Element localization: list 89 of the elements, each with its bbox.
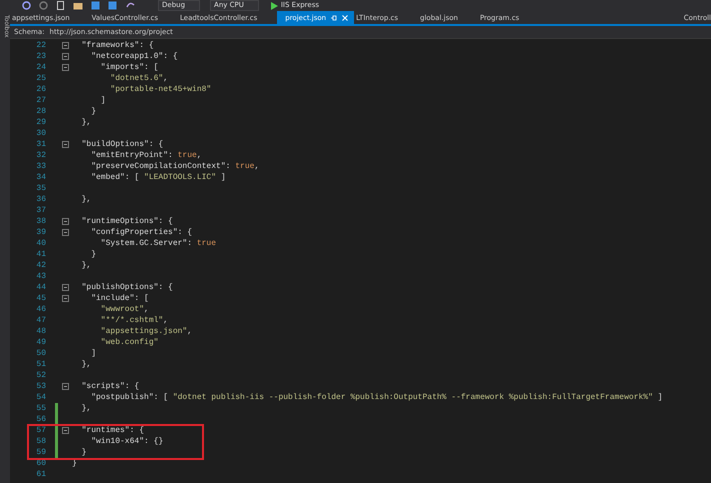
line-number: 38 bbox=[35, 217, 46, 226]
collapse-icon[interactable] bbox=[62, 295, 68, 302]
line-number: 55 bbox=[35, 404, 46, 413]
line-number: 23 bbox=[35, 52, 46, 61]
close-icon[interactable] bbox=[342, 14, 348, 20]
code-line: "win10-x64": {} bbox=[90, 437, 164, 446]
collapse-icon[interactable] bbox=[62, 427, 68, 434]
code-line: "preserveCompilationContext": true, bbox=[90, 162, 260, 171]
code-line: "embed": [ "LEADTOOLS.LIC" ] bbox=[90, 173, 226, 182]
code-line: "wwwroot", bbox=[100, 305, 149, 314]
code-line: "dotnet5.6", bbox=[109, 74, 168, 83]
code-line: "include": [ bbox=[90, 294, 149, 303]
line-number: 61 bbox=[35, 470, 46, 479]
circle-icon[interactable] bbox=[39, 1, 48, 10]
line-number: 47 bbox=[35, 316, 46, 325]
code-line: "portable-net45+win8" bbox=[109, 85, 212, 94]
collapse-icon[interactable] bbox=[62, 64, 68, 71]
code-line: "scripts": { bbox=[80, 382, 140, 391]
line-number: 35 bbox=[35, 184, 46, 193]
collapse-icon[interactable] bbox=[62, 218, 68, 225]
collapse-icon[interactable] bbox=[62, 229, 68, 236]
code-line: "emitEntryPoint": true, bbox=[90, 151, 202, 160]
code-line: ] bbox=[90, 349, 96, 358]
line-number: 25 bbox=[35, 74, 46, 83]
line-number: 26 bbox=[35, 85, 46, 94]
line-number: 56 bbox=[35, 415, 46, 424]
line-number: 50 bbox=[35, 349, 46, 358]
code-line: } bbox=[90, 107, 96, 116]
line-number: 48 bbox=[35, 327, 46, 336]
line-number: 58 bbox=[35, 437, 46, 446]
play-icon bbox=[270, 2, 278, 10]
line-number: 59 bbox=[35, 448, 46, 457]
line-number: 57 bbox=[35, 426, 46, 435]
code-line: "netcoreapp1.0": { bbox=[90, 52, 178, 61]
line-number: 42 bbox=[35, 261, 46, 270]
code-line: }, bbox=[80, 404, 92, 413]
code-line: "runtimes": { bbox=[80, 426, 144, 435]
code-line: }, bbox=[80, 118, 92, 127]
line-number: 46 bbox=[35, 305, 46, 314]
line-number: 22 bbox=[35, 41, 46, 50]
line-number: 41 bbox=[35, 250, 46, 259]
collapse-icon[interactable] bbox=[62, 53, 68, 60]
code-line: } bbox=[80, 448, 86, 457]
collapse-icon[interactable] bbox=[62, 383, 68, 390]
line-number: 27 bbox=[35, 96, 46, 105]
collapse-icon[interactable] bbox=[62, 284, 68, 291]
code-line: }, bbox=[80, 360, 92, 369]
collapse-icon[interactable] bbox=[62, 42, 68, 49]
pin-icon[interactable] bbox=[331, 14, 338, 20]
line-number: 36 bbox=[35, 195, 46, 204]
folder-icon[interactable] bbox=[73, 1, 83, 10]
code-line: "postpublish": [ "dotnet publish-iis --publish-folder %publish:OutputPath% --framework %publish:FullTargetFramework%" ] bbox=[90, 393, 663, 402]
code-line: "imports": [ bbox=[100, 63, 158, 72]
line-number: 30 bbox=[35, 129, 46, 138]
line-number: 33 bbox=[35, 162, 46, 171]
line-number: 28 bbox=[35, 107, 46, 116]
code-line: }, bbox=[80, 195, 92, 204]
line-number: 53 bbox=[35, 382, 46, 391]
collapse-icon[interactable] bbox=[62, 141, 68, 148]
code-line: "runtimeOptions": { bbox=[80, 217, 173, 226]
code-line: "System.GC.Server": true bbox=[100, 239, 216, 248]
line-number: 51 bbox=[35, 360, 46, 369]
code-line: "frameworks": { bbox=[80, 41, 154, 50]
line-number: 45 bbox=[35, 294, 46, 303]
code-line: "appsettings.json", bbox=[100, 327, 192, 336]
page-icon[interactable] bbox=[56, 1, 65, 10]
line-number: 54 bbox=[35, 393, 46, 402]
line-number: 34 bbox=[35, 173, 46, 182]
code-line: }, bbox=[80, 261, 92, 270]
code-line: "configProperties": { bbox=[90, 228, 192, 237]
code-line: "**/*.cshtml", bbox=[100, 316, 168, 325]
line-number: 49 bbox=[35, 338, 46, 347]
line-number: 29 bbox=[35, 118, 46, 127]
code-line: "web.config" bbox=[100, 338, 158, 347]
code-line: "buildOptions": { bbox=[80, 140, 164, 149]
line-number: 39 bbox=[35, 228, 46, 237]
line-number: 32 bbox=[35, 151, 46, 160]
line-number: 44 bbox=[35, 283, 46, 292]
line-number: 40 bbox=[35, 239, 46, 248]
line-number: 24 bbox=[35, 63, 46, 72]
code-line: } bbox=[90, 250, 96, 259]
undo-icon[interactable] bbox=[125, 1, 135, 10]
line-number: 37 bbox=[35, 206, 46, 215]
line-number: 52 bbox=[35, 371, 46, 380]
code-line: "publishOptions": { bbox=[80, 283, 173, 292]
line-number: 43 bbox=[35, 272, 46, 281]
code-line: ] bbox=[100, 96, 106, 105]
circle-icon[interactable] bbox=[22, 1, 31, 10]
line-number: 31 bbox=[35, 140, 46, 149]
